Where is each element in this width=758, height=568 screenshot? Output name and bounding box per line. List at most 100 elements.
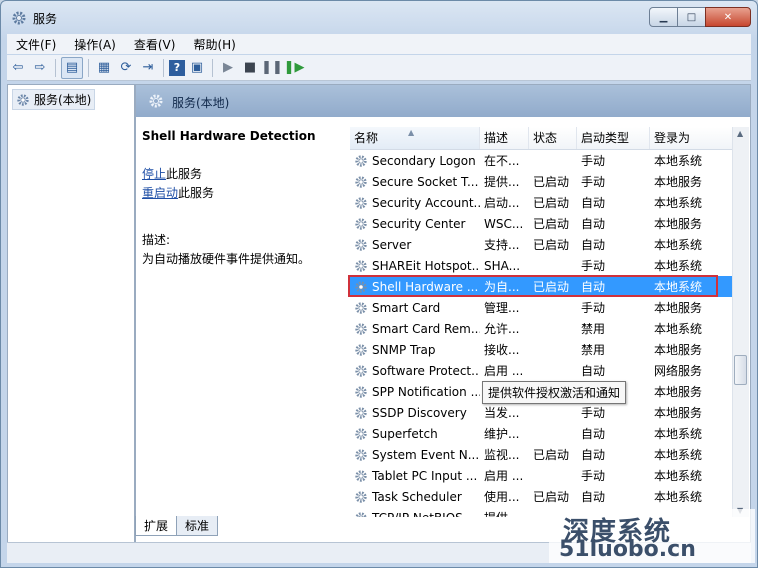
table-row[interactable]: Task Scheduler 使用... 已启动 自动 本地系统 bbox=[350, 486, 734, 507]
gear-icon bbox=[149, 94, 163, 108]
gear-icon bbox=[355, 259, 367, 272]
gear-icon bbox=[355, 301, 367, 314]
table-row[interactable]: Security Account... 启动... 已启动 自动 本地系统 bbox=[350, 192, 734, 213]
table-row[interactable]: Smart Card Rem... 允许... 禁用 本地系统 bbox=[350, 318, 734, 339]
window-controls: ▁ □ ✕ bbox=[649, 7, 751, 27]
gear-icon bbox=[355, 406, 367, 419]
service-logon: 本地系统 bbox=[654, 238, 703, 252]
service-status: 已启动 bbox=[533, 217, 570, 231]
tab-extended[interactable]: 扩展 bbox=[135, 516, 178, 536]
help-icon[interactable]: ? bbox=[169, 59, 185, 76]
table-row[interactable]: SHAREit Hotspot... SHA... 手动 本地系统 bbox=[350, 255, 734, 276]
table-row[interactable]: Secondary Logon 在不... 手动 本地系统 bbox=[350, 150, 734, 171]
service-description: SHA... bbox=[484, 258, 521, 273]
column-logon-as[interactable]: 登录为 bbox=[650, 127, 734, 149]
gear-icon bbox=[355, 490, 367, 503]
gear-icon bbox=[12, 11, 26, 25]
description-text: 为自动播放硬件事件提供通知。 bbox=[142, 252, 311, 266]
table-row[interactable]: SNMP Trap 接收... 禁用 本地服务 bbox=[350, 339, 734, 360]
back-arrow-icon[interactable]: ⇦ bbox=[8, 58, 28, 78]
toolbar-separator bbox=[88, 58, 89, 77]
close-button[interactable]: ✕ bbox=[705, 7, 751, 27]
service-name: Smart Card Rem... bbox=[372, 321, 480, 336]
service-startup-type: 禁用 bbox=[581, 343, 606, 357]
services-panel: 服务(本地) Shell Hardware Detection 停止此服务 重启… bbox=[135, 84, 751, 544]
service-logon: 网络服务 bbox=[654, 364, 703, 378]
service-startup-type: 自动 bbox=[581, 427, 606, 441]
service-name: Security Account... bbox=[372, 195, 480, 210]
service-logon: 本地服务 bbox=[654, 301, 703, 315]
service-details: Shell Hardware Detection 停止此服务 重启动此服务 描述… bbox=[142, 129, 342, 267]
service-description: 接收... bbox=[484, 343, 520, 357]
restart-icon[interactable]: ❚▶ bbox=[284, 58, 305, 78]
view-tabs: 扩展 标准 bbox=[135, 516, 219, 536]
service-name: SHAREit Hotspot... bbox=[372, 258, 480, 273]
menu-bar: 文件(F) 操作(A) 查看(V) 帮助(H) bbox=[7, 34, 751, 54]
title-bar[interactable]: 服务 ▁ □ ✕ bbox=[1, 1, 757, 33]
stop-service-link[interactable]: 停止 bbox=[142, 167, 166, 181]
column-description[interactable]: 描述 bbox=[480, 127, 529, 149]
service-name: Security Center bbox=[372, 216, 466, 231]
gear-icon bbox=[355, 238, 367, 251]
services-window: 服务 ▁ □ ✕ 文件(F) 操作(A) 查看(V) 帮助(H) ⇦ ⇨ ▤ ▦… bbox=[0, 0, 758, 568]
service-name-cell: Security Center bbox=[350, 217, 480, 231]
service-startup-type: 手动 bbox=[581, 406, 606, 420]
service-description: 提供... bbox=[484, 175, 520, 189]
service-startup-type: 自动 bbox=[581, 364, 606, 378]
service-logon: 本地系统 bbox=[654, 448, 703, 462]
stop-icon[interactable]: ■ bbox=[240, 58, 260, 78]
table-row[interactable]: System Event N... 监视... 已启动 自动 本地系统 bbox=[350, 444, 734, 465]
restart-service-link[interactable]: 重启动 bbox=[142, 186, 178, 200]
tree-item-services-local[interactable]: 服务(本地) bbox=[12, 89, 96, 110]
tab-standard[interactable]: 标准 bbox=[176, 516, 219, 536]
service-name-cell: Smart Card bbox=[350, 301, 480, 315]
play-icon[interactable]: ▶ bbox=[218, 58, 238, 78]
table-row[interactable]: Secure Socket T... 提供... 已启动 手动 本地服务 bbox=[350, 171, 734, 192]
service-name-cell: Secure Socket T... bbox=[350, 175, 480, 189]
service-logon: 本地系统 bbox=[654, 196, 703, 210]
service-logon: 本地系统 bbox=[654, 154, 703, 168]
properties-icon[interactable]: ▦ bbox=[94, 58, 114, 78]
gear-icon bbox=[355, 322, 367, 335]
service-name-cell: Software Protect... bbox=[350, 364, 480, 378]
column-status[interactable]: 状态 bbox=[529, 127, 577, 149]
refresh-icon[interactable]: ⟳ bbox=[116, 58, 136, 78]
service-description: 启动... bbox=[484, 196, 520, 210]
menu-view[interactable]: 查看(V) bbox=[125, 36, 185, 53]
pause-icon[interactable]: ❚❚ bbox=[261, 58, 283, 78]
table-row[interactable]: SSDP Discovery 当发... 手动 本地服务 bbox=[350, 402, 734, 423]
scroll-up-icon[interactable]: ▲ bbox=[737, 129, 743, 138]
action-pane-icon[interactable]: ▣ bbox=[187, 58, 207, 78]
service-logon: 本地服务 bbox=[654, 343, 703, 357]
service-name-cell: Task Scheduler bbox=[350, 490, 480, 504]
gear-icon bbox=[355, 364, 367, 377]
vertical-scrollbar[interactable]: ▲ ▼ bbox=[732, 127, 749, 517]
table-row[interactable]: Software Protect... 启用 ... 自动 网络服务 bbox=[350, 360, 734, 381]
menu-action[interactable]: 操作(A) bbox=[65, 36, 125, 53]
table-row[interactable]: Server 支持... 已启动 自动 本地系统 bbox=[350, 234, 734, 255]
table-row[interactable]: Superfetch 维护... 自动 本地系统 bbox=[350, 423, 734, 444]
service-description: 支持... bbox=[484, 238, 520, 252]
service-logon: 本地服务 bbox=[654, 175, 703, 189]
menu-file[interactable]: 文件(F) bbox=[7, 36, 65, 53]
menu-help[interactable]: 帮助(H) bbox=[184, 36, 244, 53]
forward-arrow-icon[interactable]: ⇨ bbox=[30, 58, 50, 78]
export-icon[interactable]: ⇥ bbox=[138, 58, 158, 78]
console-tree-icon[interactable]: ▤ bbox=[61, 56, 83, 79]
watermark: 深度系统 51luobo.cn bbox=[549, 509, 755, 563]
service-logon: 本地系统 bbox=[654, 427, 703, 441]
scrollbar-thumb[interactable] bbox=[734, 355, 747, 385]
column-startup-type[interactable]: 启动类型 bbox=[577, 127, 650, 149]
service-title: Shell Hardware Detection bbox=[142, 129, 316, 143]
column-name-label: 名称 bbox=[354, 131, 379, 145]
column-name[interactable]: ▲ 名称 bbox=[350, 127, 480, 149]
restart-suffix: 此服务 bbox=[178, 186, 215, 200]
minimize-button[interactable]: ▁ bbox=[649, 7, 678, 27]
maximize-button[interactable]: □ bbox=[677, 7, 706, 27]
table-row[interactable]: Security Center WSC... 已启动 自动 本地服务 bbox=[350, 213, 734, 234]
table-row[interactable]: Smart Card 管理... 手动 本地服务 bbox=[350, 297, 734, 318]
service-name-cell: Superfetch bbox=[350, 427, 480, 441]
table-row[interactable]: Tablet PC Input ... 启用 ... 手动 本地系统 bbox=[350, 465, 734, 486]
service-name: SPP Notification ... bbox=[372, 384, 480, 399]
service-name-cell: SSDP Discovery bbox=[350, 406, 480, 420]
